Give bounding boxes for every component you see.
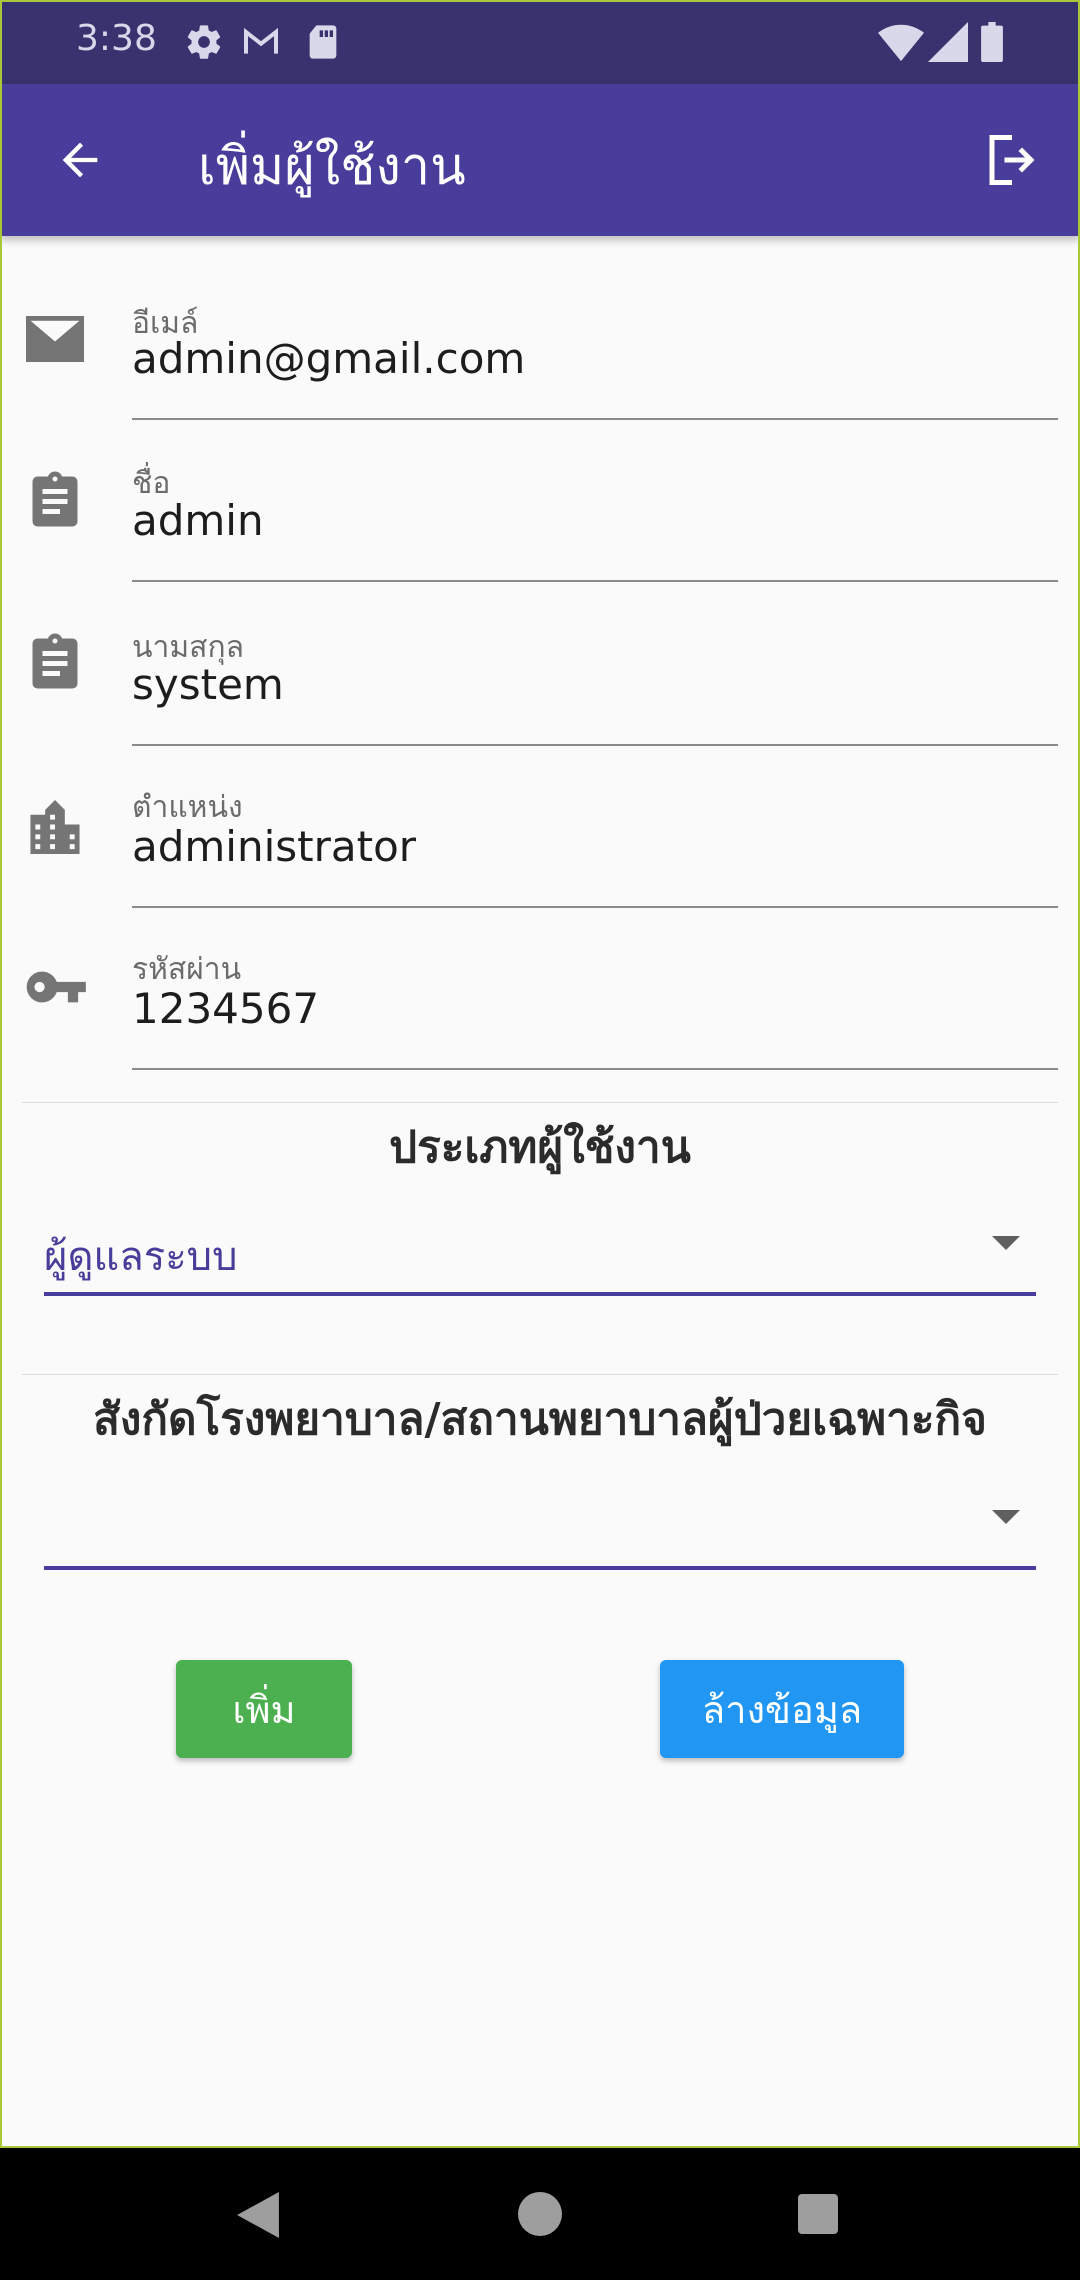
email-input[interactable]: admin@gmail.com — [132, 334, 525, 383]
last-name-underline — [132, 744, 1058, 746]
screen: 3:38 เพิ่มผู้ใช้งาน อีเมล์ admin@gmail.c… — [0, 0, 1080, 2280]
status-bar: 3:38 — [0, 0, 1080, 84]
app-bar: เพิ่มผู้ใช้งาน — [0, 84, 1080, 236]
first-name-field[interactable]: ชื่อ admin — [0, 446, 1080, 608]
clipboard-icon — [24, 630, 86, 692]
back-triangle-icon[interactable] — [236, 2192, 280, 2242]
gear-icon — [184, 22, 224, 66]
user-type-underline — [44, 1292, 1036, 1296]
user-type-dropdown[interactable]: ผู้ดูแลระบบ — [44, 1206, 1036, 1296]
sd-card-icon — [306, 22, 340, 66]
system-nav-bar — [0, 2148, 1080, 2280]
clear-button[interactable]: ล้างข้อมูล — [660, 1660, 904, 1758]
building-icon — [24, 796, 86, 858]
clipboard-icon — [24, 468, 86, 530]
affiliation-dropdown[interactable] — [44, 1480, 1036, 1570]
battery-icon — [980, 22, 1004, 66]
user-type-selected: ผู้ดูแลระบบ — [44, 1234, 238, 1280]
caret-down-icon — [992, 1510, 1020, 1524]
recents-square-icon[interactable] — [798, 2194, 838, 2238]
divider — [22, 1374, 1058, 1375]
email-underline — [132, 418, 1058, 420]
signal-icon — [928, 22, 968, 66]
email-field[interactable]: อีเมล์ admin@gmail.com — [0, 284, 1080, 446]
caret-down-icon — [992, 1236, 1020, 1250]
affiliation-underline — [44, 1566, 1036, 1570]
key-icon — [24, 956, 86, 1018]
position-field[interactable]: ตำแหน่ง administrator — [0, 770, 1080, 932]
password-field[interactable]: รหัสผ่าน 1234567 — [0, 932, 1080, 1094]
logout-icon — [989, 135, 1035, 185]
gmail-icon — [240, 22, 282, 66]
password-underline — [132, 1068, 1058, 1070]
add-button[interactable]: เพิ่ม — [176, 1660, 352, 1758]
page-title: เพิ่มผู้ใช้งาน — [198, 137, 466, 197]
wifi-icon — [878, 22, 924, 66]
affiliation-title: สังกัดโรงพยาบาล/สถานพยาบาลผู้ป่วยเฉพาะกิ… — [93, 1394, 987, 1445]
arrow-left-icon — [62, 142, 98, 178]
logout-button[interactable] — [972, 120, 1052, 200]
divider — [22, 1102, 1058, 1103]
last-name-input[interactable]: system — [132, 660, 284, 709]
position-underline — [132, 906, 1058, 908]
user-type-title: ประเภทผู้ใช้งาน — [389, 1122, 691, 1173]
first-name-underline — [132, 580, 1058, 582]
first-name-input[interactable]: admin — [132, 496, 264, 545]
status-time: 3:38 — [76, 18, 157, 59]
back-button[interactable] — [40, 120, 120, 200]
position-input[interactable]: administrator — [132, 822, 416, 871]
last-name-field[interactable]: นามสกุล system — [0, 608, 1080, 770]
mail-icon — [24, 308, 86, 370]
home-circle-icon[interactable] — [518, 2192, 562, 2240]
password-input[interactable]: 1234567 — [132, 984, 319, 1033]
